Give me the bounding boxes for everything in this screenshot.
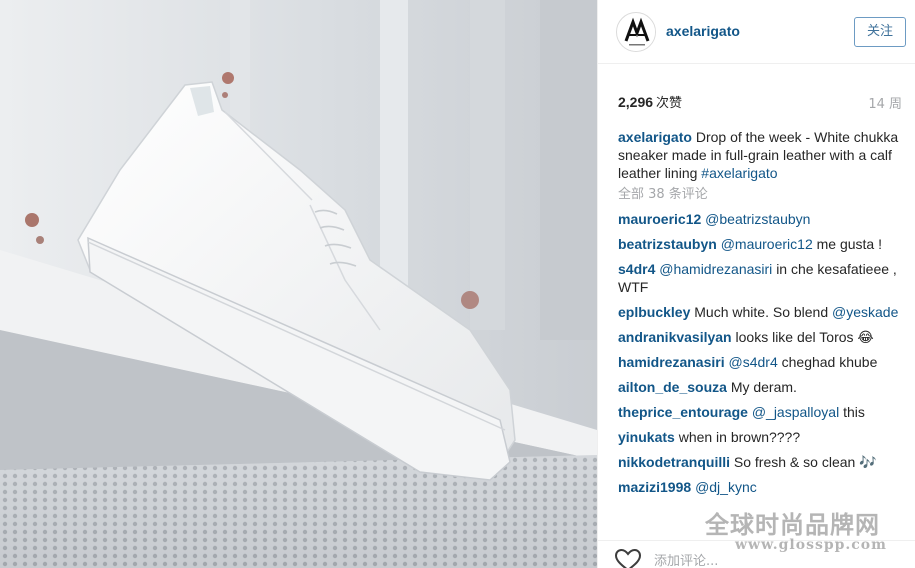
comment-item: yinukats when in brown????: [618, 428, 908, 446]
follow-button[interactable]: 关注: [854, 17, 906, 47]
likes-number: 2,296: [618, 94, 654, 110]
post-info-panel: axelarigato 关注 2,296 次赞 14 周 axelarigato …: [597, 0, 915, 568]
instagram-post: axelarigato 关注 2,296 次赞 14 周 axelarigato …: [0, 0, 915, 568]
comment-text: Much white. So blend: [694, 304, 829, 320]
comment-user-link[interactable]: eplbuckley: [618, 304, 690, 320]
caption-user-link[interactable]: axelarigato: [618, 129, 692, 145]
comment-user-link[interactable]: mauroeric12: [618, 211, 701, 227]
comment-text: this: [843, 404, 865, 420]
sneaker-photo-illustration: [0, 0, 597, 568]
comment-item: mauroeric12 @beatrizstaubyn: [618, 210, 908, 228]
heart-outline-icon[interactable]: [614, 548, 642, 568]
comment-mention-link[interactable]: @dj_kync: [695, 479, 757, 495]
comment-item: mazizi1998 @dj_kync: [618, 478, 908, 496]
comment-text: My deram.: [730, 379, 797, 395]
likes-count[interactable]: 2,296 次赞: [618, 92, 682, 111]
comment-item: theprice_entourage @_jaspalloyal this: [618, 403, 908, 421]
post-time[interactable]: 14 周: [868, 93, 902, 112]
post-caption: axelarigato Drop of the week - White chu…: [618, 128, 908, 182]
comment-user-link[interactable]: ailton_de_souza: [618, 379, 727, 395]
comment-user-link[interactable]: beatrizstaubyn: [618, 236, 717, 252]
view-all-comments-link[interactable]: 全部 38 条评论: [618, 186, 908, 204]
comment-text: me gusta !: [816, 236, 882, 252]
comment-user-link[interactable]: andranikvasilyan: [618, 329, 732, 345]
post-header: axelarigato 关注: [598, 0, 915, 64]
username-link[interactable]: axelarigato: [666, 23, 740, 39]
comment-text: looks like del Toros 😂: [735, 329, 874, 345]
comment-mention-link[interactable]: @mauroeric12: [721, 236, 813, 252]
comment-user-link[interactable]: s4dr4: [618, 261, 655, 277]
comment-user-link[interactable]: yinukats: [618, 429, 675, 445]
comment-item: andranikvasilyan looks like del Toros 😂: [618, 328, 908, 346]
comment-user-link[interactable]: nikkodetranquilli: [618, 454, 730, 470]
comment-mention-link[interactable]: @beatrizstaubyn: [705, 211, 810, 227]
comment-item: eplbuckley Much white. So blend @yeskade: [618, 303, 908, 321]
comment-user-link[interactable]: mazizi1998: [618, 479, 691, 495]
comment-item: nikkodetranquilli So fresh & so clean 🎶: [618, 453, 908, 471]
comment-mention-link[interactable]: @hamidrezanasiri: [659, 261, 772, 277]
comment-user-link[interactable]: hamidrezanasiri: [618, 354, 725, 370]
axel-arigato-logo-icon: [618, 14, 655, 51]
comment-item: ailton_de_souza My deram.: [618, 378, 908, 396]
comment-mention-link[interactable]: @yeskade: [832, 304, 898, 320]
avatar[interactable]: [616, 12, 656, 52]
comment-text: So fresh & so clean 🎶: [733, 454, 877, 470]
comment-item: s4dr4 @hamidrezanasiri in che kesafatiee…: [618, 260, 908, 296]
post-footer: 添加评论...: [598, 540, 915, 568]
comment-mention-link[interactable]: @_jaspalloyal: [752, 404, 839, 420]
comment-text: cheghad khube: [781, 354, 878, 370]
caption-hashtag-link[interactable]: #axelarigato: [701, 165, 777, 181]
likes-row: 2,296 次赞 14 周: [598, 84, 915, 114]
comment-text: when in brown????: [678, 429, 801, 445]
likes-unit: 次赞: [656, 96, 683, 111]
comment-mention-link[interactable]: @s4dr4: [729, 354, 778, 370]
comment-user-link[interactable]: theprice_entourage: [618, 404, 748, 420]
comments-list: axelarigato Drop of the week - White chu…: [618, 128, 908, 503]
post-photo[interactable]: [0, 0, 597, 568]
comment-item: beatrizstaubyn @mauroeric12 me gusta !: [618, 235, 908, 253]
add-comment-input[interactable]: 添加评论...: [654, 550, 718, 568]
comment-item: hamidrezanasiri @s4dr4 cheghad khube: [618, 353, 908, 371]
